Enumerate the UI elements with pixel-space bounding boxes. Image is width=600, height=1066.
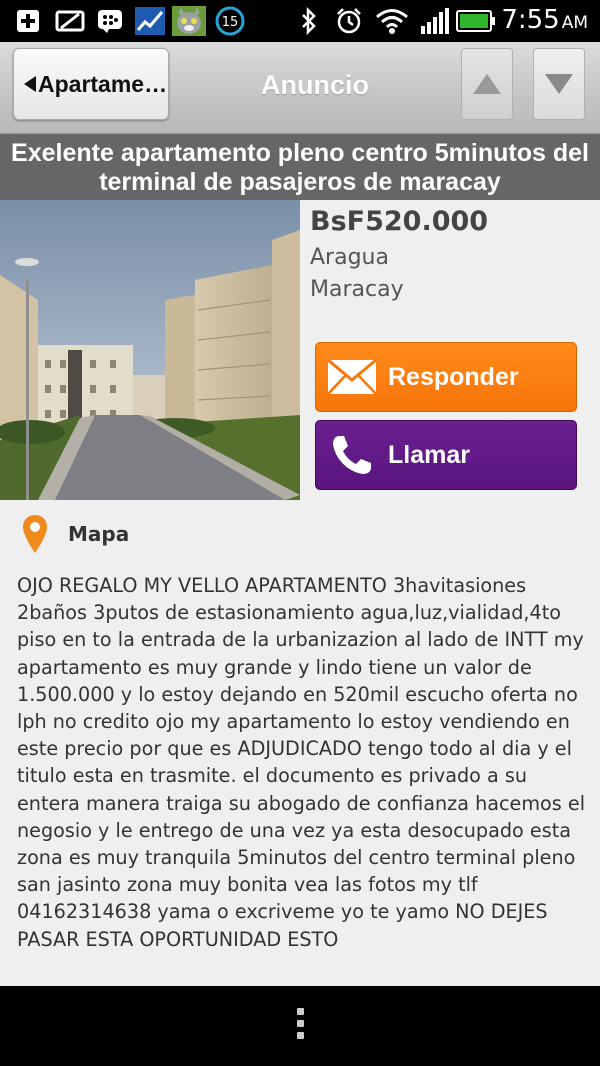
phone-icon [322, 425, 382, 485]
next-ad-button[interactable] [533, 48, 585, 120]
clock: 7:55 AM [501, 5, 588, 35]
ad-title: Exelente apartamento pleno centro 5minut… [0, 134, 600, 200]
bluetooth-icon [298, 7, 320, 35]
call-button[interactable]: Llamar [315, 420, 577, 490]
previous-ad-button[interactable] [461, 48, 513, 120]
bbm-icon [96, 7, 124, 35]
back-arrow-icon [24, 76, 36, 92]
chat-icon [54, 7, 86, 35]
map-pin-icon [22, 514, 48, 558]
ad-description: OJO REGALO MY VELLO APARTAMENTO 3havitas… [17, 574, 586, 951]
back-button[interactable]: Apartame… [13, 48, 169, 120]
arrow-up-icon [473, 74, 501, 94]
map-label: Mapa [68, 522, 130, 546]
reply-button[interactable]: Responder [315, 342, 577, 412]
menu-dot-icon [296, 1020, 304, 1027]
system-nav-bar [0, 986, 600, 1066]
arrow-down-icon [545, 74, 573, 94]
wifi-icon [374, 7, 410, 35]
chart-app-icon [134, 7, 166, 35]
map-link[interactable]: Mapa [0, 500, 600, 568]
battery-icon [456, 7, 496, 35]
notification-count: 15 [222, 15, 239, 30]
price: BsF520.000 [310, 206, 489, 237]
envelope-icon [322, 347, 382, 407]
status-bar: 15 7:55 AM [0, 0, 600, 42]
reply-button-label: Responder [388, 362, 519, 391]
page-title: Anuncio [261, 70, 369, 100]
signal-icon [420, 7, 450, 35]
notification-count-icon: 15 [214, 6, 246, 36]
alarm-icon [334, 7, 364, 35]
add-icon [14, 7, 42, 35]
listing-photo[interactable] [0, 200, 300, 500]
overflow-menu-button[interactable] [294, 1008, 306, 1044]
talking-cat-icon [172, 6, 206, 36]
menu-dot-icon [296, 1032, 304, 1039]
action-bar: Apartame… Anuncio [0, 42, 600, 134]
call-button-label: Llamar [388, 440, 470, 469]
location-state: Aragua [310, 245, 389, 270]
menu-dot-icon [296, 1008, 304, 1015]
listing-info: BsF520.000 Aragua Maracay Responder Llam… [300, 200, 600, 500]
ad-content[interactable]: BsF520.000 Aragua Maracay Responder Llam… [0, 200, 600, 986]
location-city: Maracay [310, 277, 404, 302]
back-button-label: Apartame… [38, 70, 168, 97]
